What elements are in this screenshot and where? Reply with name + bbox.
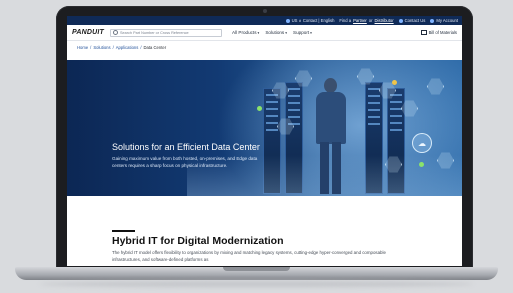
search-input[interactable]: Search Part Number or Cross Reference xyxy=(110,28,222,37)
cloud-icon: ☁ xyxy=(412,133,432,153)
breadcrumb-separator: / xyxy=(140,44,142,50)
nav-support[interactable]: Support xyxy=(293,30,312,35)
phone-icon xyxy=(398,18,403,23)
find-or-text: or xyxy=(368,18,373,23)
nav-all-products[interactable]: All Products xyxy=(232,30,259,35)
site-header: PANDUIT Search Part Number or Cross Refe… xyxy=(67,25,462,41)
find-prefix: Find a xyxy=(339,18,352,23)
breadcrumb-solutions[interactable]: Solutions xyxy=(93,45,110,50)
laptop-notch xyxy=(223,267,290,271)
locale-label: US ∧ Contact | English xyxy=(291,18,335,23)
section-body: The hybrid IT model offers flexibility t… xyxy=(112,250,386,262)
breadcrumb-applications[interactable]: Applications xyxy=(116,45,139,50)
hero-title: Solutions for an Efficient Data Center xyxy=(112,142,260,152)
section-heading: Hybrid IT for Digital Modernization xyxy=(112,235,284,247)
breadcrumb: Home / Solutions / Applications / Data Cent… xyxy=(67,41,462,53)
user-icon xyxy=(430,18,435,23)
main-nav: All Products Solutions Support xyxy=(232,30,312,35)
search-placeholder: Search Part Number or Cross Reference xyxy=(120,30,189,35)
hero-text: Solutions for an Efficient Data Center G… xyxy=(112,142,272,169)
globe-icon xyxy=(285,18,290,23)
account-label: My Account xyxy=(436,18,458,23)
site-logo[interactable]: PANDUIT xyxy=(72,29,104,36)
laptop-base xyxy=(15,267,498,280)
breadcrumb-separator: / xyxy=(112,44,114,50)
account-link[interactable]: My Account xyxy=(430,18,458,23)
distributor-link[interactable]: Distributor xyxy=(375,18,394,23)
green-node-icon xyxy=(419,162,424,167)
nav-solutions[interactable]: Solutions xyxy=(265,30,287,35)
camera-icon xyxy=(263,9,267,13)
hero-banner: ☁ Solutions for an Efficient Data Center… xyxy=(67,60,462,196)
utility-bar: US ∧ Contact | English Find a Partner or… xyxy=(67,16,462,25)
partner-link[interactable]: Partner xyxy=(353,18,367,23)
breadcrumb-home[interactable]: Home xyxy=(77,45,88,50)
green-node-icon xyxy=(257,106,262,111)
search-icon[interactable] xyxy=(113,30,118,35)
bill-of-materials-label: Bill of Materials xyxy=(428,30,457,35)
breadcrumb-current: Data Center xyxy=(143,44,167,50)
section-rule xyxy=(112,230,135,232)
laptop-shadow xyxy=(40,281,473,287)
bill-of-materials-link[interactable]: Bill of Materials xyxy=(420,30,457,35)
hero-body: Gaining maximum value from both hosted, … xyxy=(112,156,258,168)
laptop-screen: US ∧ Contact | English Find a Partner or… xyxy=(67,16,462,266)
breadcrumb-separator: / xyxy=(90,44,92,50)
locale-selector[interactable]: US ∧ Contact | English xyxy=(285,18,335,23)
contact-label: Contact Us xyxy=(404,18,426,23)
content-section: Hybrid IT for Digital Modernization The … xyxy=(67,196,462,266)
yellow-node-icon xyxy=(392,80,397,85)
laptop-lid: US ∧ Contact | English Find a Partner or… xyxy=(56,6,473,268)
contact-link[interactable]: Contact Us xyxy=(398,18,426,23)
document-icon xyxy=(420,30,427,35)
person-figure xyxy=(313,78,349,196)
find-links: Find a Partner or Distributor xyxy=(339,18,393,23)
